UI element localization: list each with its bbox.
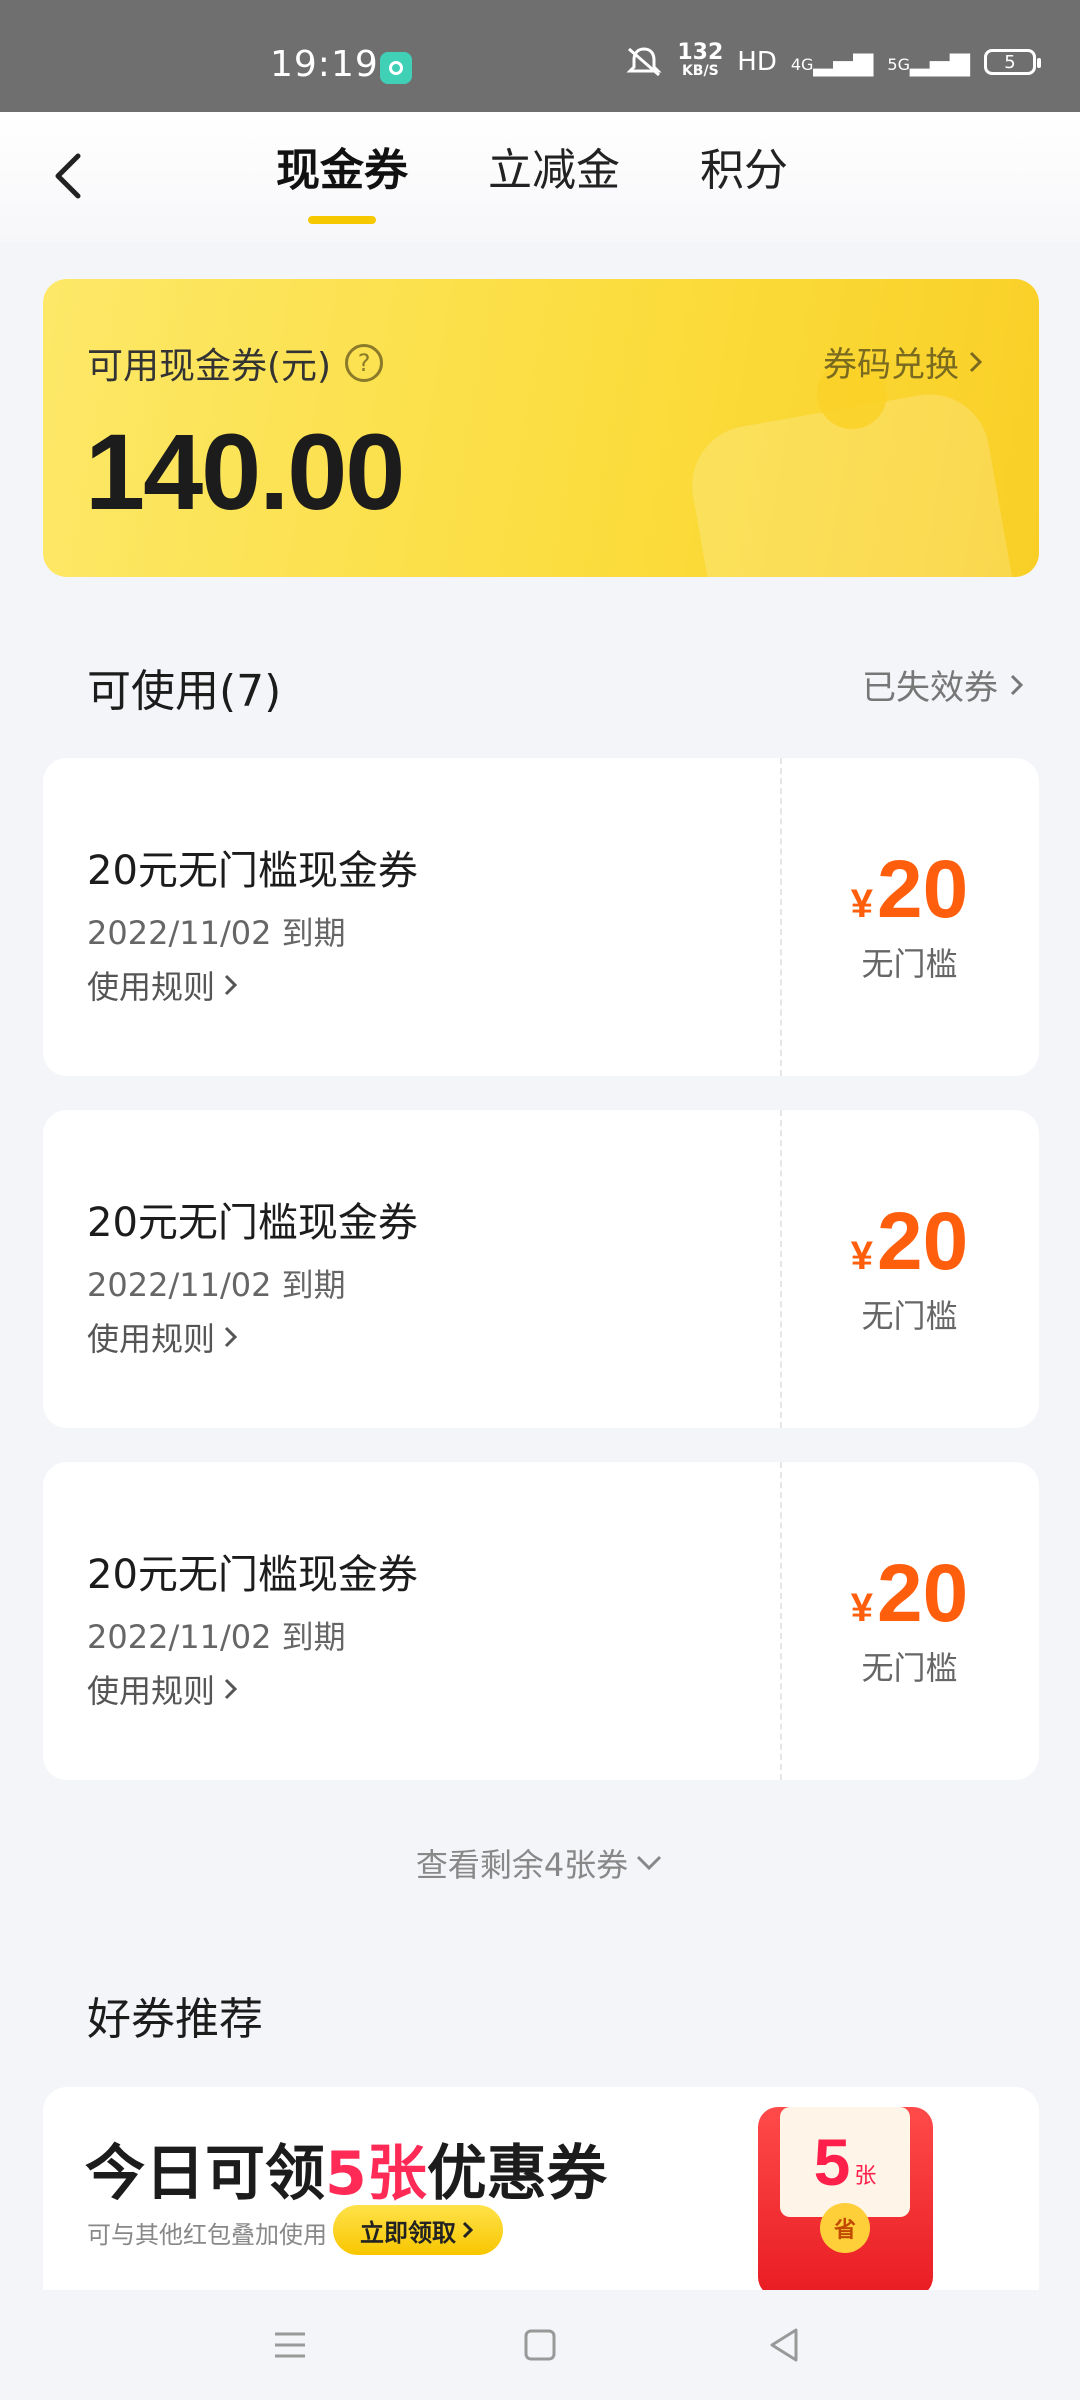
envelope-card: 5 张 xyxy=(780,2107,910,2217)
view-more-coupons-button[interactable]: 查看剩余4张券 xyxy=(0,1840,1080,1886)
coupon-card[interactable]: 20元无门槛现金券 2022/11/02 到期 使用规则 ¥ 20 无门槛 xyxy=(43,758,1039,1076)
chevron-left-icon xyxy=(55,153,81,199)
redeem-code-label: 券码兑换 xyxy=(823,345,959,385)
system-nav-bar xyxy=(0,2290,1080,2400)
status-icons: 132 KB/S HD 4G▂▄▆ 5G▂▄▆ 5 xyxy=(625,40,1041,80)
coupon-card[interactable]: 20元无门槛现金券 2022/11/02 到期 使用规则 ¥ 20 无门槛 xyxy=(43,1110,1039,1428)
coupon-rules-label: 使用规则 xyxy=(87,1672,216,1710)
battery-icon: 5 xyxy=(984,49,1041,75)
coupon-expiry: 2022/11/02 到期 xyxy=(87,1618,346,1656)
status-bar: 19:19 132 KB/S HD 4G▂▄▆ 5G▂▄▆ 5 xyxy=(0,0,1080,112)
hd-label: HD xyxy=(737,47,777,77)
coupon-value-block: ¥ 20 无门槛 xyxy=(780,1462,1039,1780)
envelope-seal: 省 xyxy=(820,2203,870,2253)
status-time: 19:19 xyxy=(270,44,379,85)
promo-banner[interactable]: 今日可领5张优惠券 可与其他红包叠加使用 立即领取 5 张 省 xyxy=(43,2087,1039,2290)
signal-5g-label: 5G xyxy=(887,55,910,74)
expired-coupons-label: 已失效券 xyxy=(862,668,998,708)
balance-card: 可用现金券(元) ? 140.00 券码兑换 xyxy=(43,279,1039,577)
chevron-right-icon xyxy=(224,974,238,996)
balance-amount: 140.00 xyxy=(85,411,405,532)
coupon-info: 20元无门槛现金券 2022/11/02 到期 使用规则 xyxy=(87,1542,418,1712)
network-speed: 132 KB/S xyxy=(677,40,724,80)
back-button[interactable] xyxy=(40,146,100,206)
redeem-code-link[interactable]: 券码兑换 xyxy=(823,337,987,386)
balance-label-text: 可用现金券(元) xyxy=(87,346,332,387)
coupon-threshold: 无门槛 xyxy=(861,945,958,983)
signal-5g-icon: 5G▂▄▆ xyxy=(887,47,970,77)
currency-symbol: ¥ xyxy=(850,882,874,926)
coupon-value-block: ¥ 20 无门槛 xyxy=(780,1110,1039,1428)
promo-title-highlight: 5张 xyxy=(325,2139,427,2209)
coupon-title: 20元无门槛现金券 xyxy=(87,848,418,894)
coupon-rules-label: 使用规则 xyxy=(87,1320,216,1358)
coupon-info: 20元无门槛现金券 2022/11/02 到期 使用规则 xyxy=(87,1190,418,1360)
envelope-unit: 张 xyxy=(854,2164,877,2189)
signal-4g-label: 4G xyxy=(790,55,814,74)
claim-now-button[interactable]: 立即领取 xyxy=(333,2205,503,2255)
coupon-expiry: 2022/11/02 到期 xyxy=(87,914,346,952)
chevron-right-icon xyxy=(1010,674,1024,695)
coupon-rules-link[interactable]: 使用规则 xyxy=(87,962,418,1008)
question-circle-icon[interactable]: ? xyxy=(345,344,384,382)
view-more-label: 查看剩余4张券 xyxy=(415,1846,629,1884)
coupon-info: 20元无门槛现金券 2022/11/02 到期 使用规则 xyxy=(87,838,418,1008)
coupon-price: ¥ 20 xyxy=(851,849,968,931)
chevron-right-icon xyxy=(224,1678,238,1700)
currency-symbol: ¥ xyxy=(850,1234,874,1278)
app-notification-icon xyxy=(380,52,412,84)
mute-icon xyxy=(626,47,662,77)
coupon-price: ¥ 20 xyxy=(851,1553,968,1635)
chevron-right-icon xyxy=(969,351,983,372)
coupon-threshold: 无门槛 xyxy=(861,1297,958,1335)
tab-bar: 现金券 立减金 积分 xyxy=(276,134,788,198)
coupon-threshold: 无门槛 xyxy=(861,1649,958,1687)
promo-title-prefix: 今日可领 xyxy=(85,2139,325,2209)
coupon-title: 20元无门槛现金券 xyxy=(87,1552,418,1598)
tab-instant-discount[interactable]: 立减金 xyxy=(488,134,620,198)
coupon-price: ¥ 20 xyxy=(851,1201,968,1283)
chevron-down-icon xyxy=(637,1855,662,1871)
triangle-back-icon xyxy=(770,2328,798,2362)
menu-button[interactable] xyxy=(265,2320,315,2370)
tab-cash-coupon[interactable]: 现金券 xyxy=(276,134,408,198)
tab-points[interactable]: 积分 xyxy=(700,134,788,198)
envelope-number: 5 xyxy=(813,2125,851,2199)
back-nav-button[interactable] xyxy=(760,2320,810,2370)
recommend-section-title: 好券推荐 xyxy=(87,1994,263,2045)
header: 现金券 立减金 积分 xyxy=(0,112,1080,242)
red-envelope-icon: 5 张 省 xyxy=(758,2107,933,2290)
network-speed-unit: KB/S xyxy=(681,63,719,79)
home-button[interactable] xyxy=(515,2320,565,2370)
help-symbol: ? xyxy=(357,349,371,377)
coupon-value: 20 xyxy=(877,844,969,935)
coupon-value: 20 xyxy=(877,1548,969,1639)
coupon-rules-label: 使用规则 xyxy=(87,968,216,1006)
expired-coupons-link[interactable]: 已失效券 xyxy=(862,660,1028,709)
chevron-right-icon xyxy=(224,1326,238,1348)
coupon-rules-link[interactable]: 使用规则 xyxy=(87,1666,418,1712)
claim-now-label: 立即领取 xyxy=(360,2218,456,2247)
coupon-value: 20 xyxy=(877,1196,969,1287)
signal-4g-icon: 4G▂▄▆ xyxy=(790,47,874,77)
network-speed-value: 132 xyxy=(677,40,724,65)
coupon-title: 20元无门槛现金券 xyxy=(87,1200,418,1246)
battery-level: 5 xyxy=(1004,51,1016,73)
promo-subtitle: 可与其他红包叠加使用 xyxy=(87,2221,327,2249)
coupon-value-block: ¥ 20 无门槛 xyxy=(780,758,1039,1076)
coupon-rules-link[interactable]: 使用规则 xyxy=(87,1314,418,1360)
promo-title: 今日可领5张优惠券 xyxy=(85,2125,607,2212)
coupon-expiry: 2022/11/02 到期 xyxy=(87,1266,346,1304)
square-icon xyxy=(524,2329,556,2361)
available-section-title: 可使用(7) xyxy=(87,666,282,717)
chevron-right-icon xyxy=(462,2221,474,2239)
promo-title-suffix: 优惠券 xyxy=(426,2139,607,2209)
currency-symbol: ¥ xyxy=(850,1586,874,1630)
menu-icon xyxy=(275,2332,305,2358)
coupon-card[interactable]: 20元无门槛现金券 2022/11/02 到期 使用规则 ¥ 20 无门槛 xyxy=(43,1462,1039,1780)
balance-label: 可用现金券(元) ? xyxy=(87,337,384,389)
